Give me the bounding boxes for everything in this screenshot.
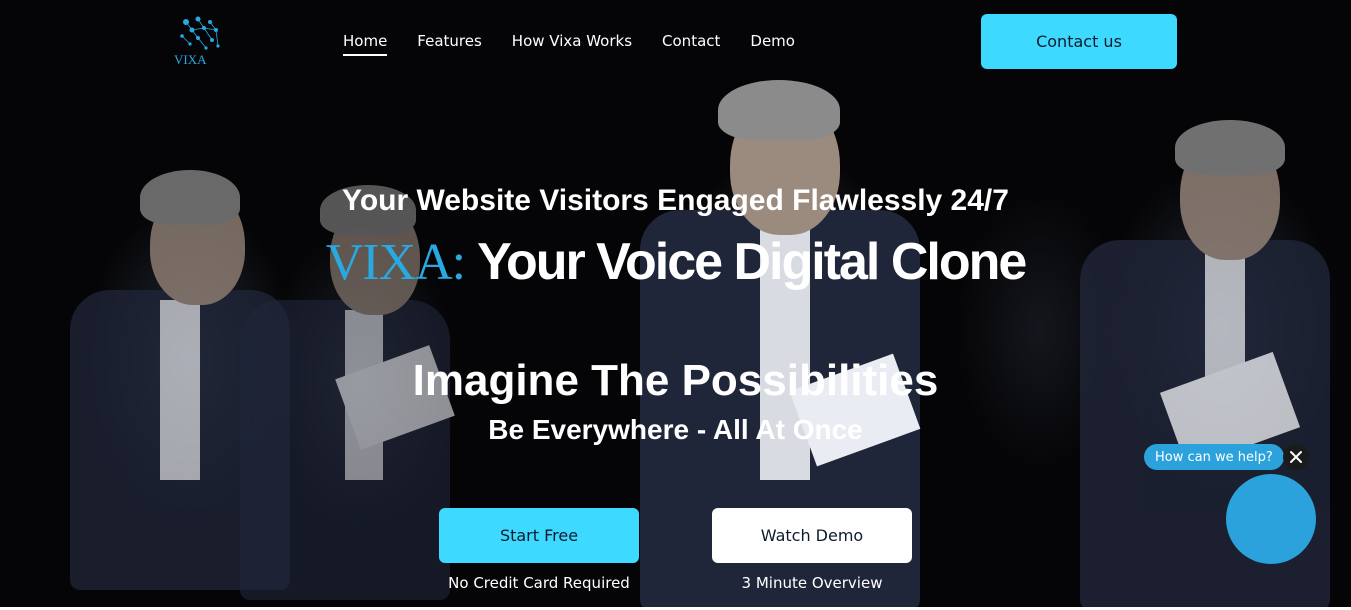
nav-link-contact[interactable]: Contact bbox=[662, 32, 720, 56]
chat-launcher-button[interactable] bbox=[1226, 474, 1316, 564]
contact-us-button[interactable]: Contact us bbox=[981, 14, 1177, 69]
watch-demo-button[interactable]: Watch Demo bbox=[712, 508, 912, 563]
hero-title-text: Your Voice Digital Clone bbox=[477, 233, 1027, 291]
chat-prompt-bubble[interactable]: How can we help? bbox=[1144, 444, 1284, 470]
logo-text: VIXA bbox=[174, 52, 207, 67]
start-free-button[interactable]: Start Free bbox=[439, 508, 639, 563]
nav-link-how-vixa-works[interactable]: How Vixa Works bbox=[512, 32, 632, 56]
hero-brand-name: VIXA: bbox=[325, 234, 466, 291]
hero-headline: Your Website Visitors Engaged Flawlessly… bbox=[342, 184, 1009, 217]
vixa-logo-icon: VIXA bbox=[174, 16, 220, 67]
hero-title: VIXA: Your Voice Digital Clone bbox=[0, 232, 1351, 292]
vixa-logo[interactable]: VIXA bbox=[172, 14, 230, 68]
nav-link-home[interactable]: Home bbox=[343, 32, 388, 56]
top-navigation: VIXA Home Features How Vixa Works Contac… bbox=[0, 0, 1351, 84]
chat-close-button[interactable] bbox=[1283, 444, 1309, 470]
watch-demo-note: 3 Minute Overview bbox=[741, 574, 883, 592]
close-icon bbox=[1290, 451, 1302, 463]
start-free-note: No Credit Card Required bbox=[448, 574, 630, 592]
hero-subheading: Imagine The Possibilities bbox=[412, 356, 939, 405]
nav-links: Home Features How Vixa Works Contact Dem… bbox=[343, 32, 825, 56]
nav-link-features[interactable]: Features bbox=[417, 32, 482, 56]
nav-link-demo[interactable]: Demo bbox=[750, 32, 795, 56]
hero-tagline: Be Everywhere - All At Once bbox=[488, 414, 863, 445]
hero-background-image bbox=[0, 0, 1351, 610]
